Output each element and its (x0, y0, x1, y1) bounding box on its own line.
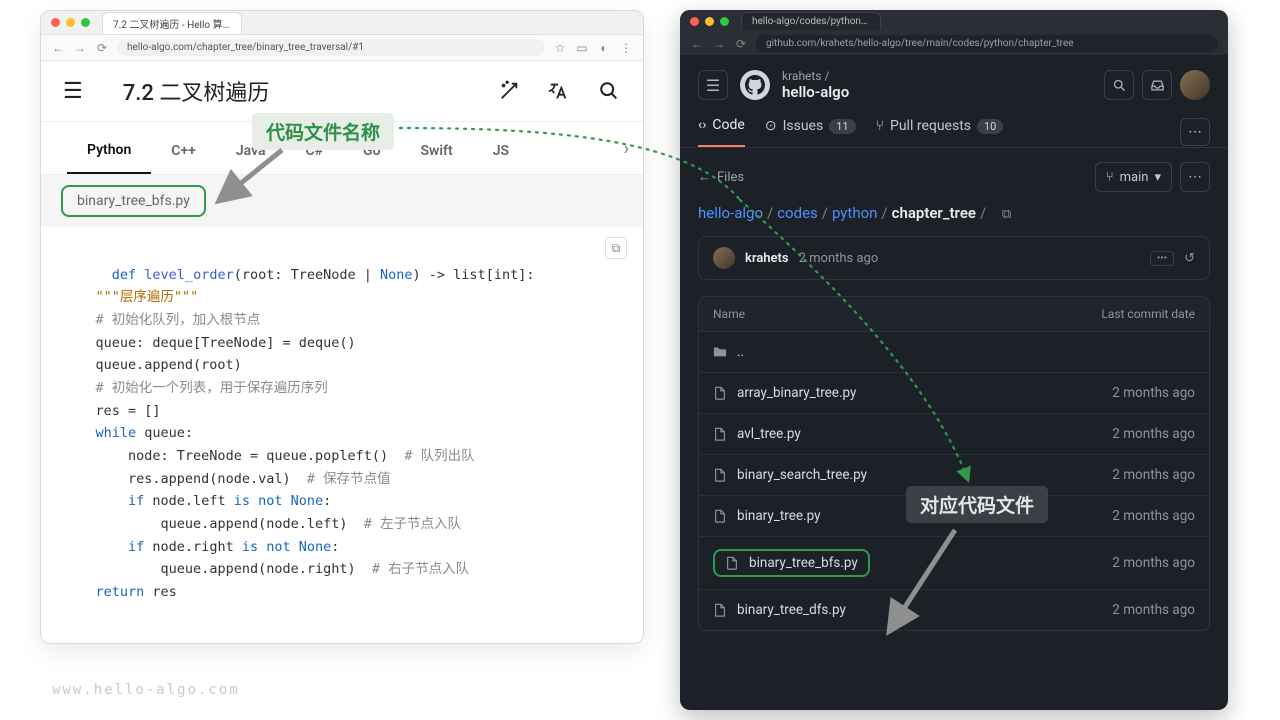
latest-commit-card[interactable]: krahets 2 months ago ••• ↺ (698, 236, 1210, 280)
breadcrumb-segment[interactable]: hello-algo (698, 204, 763, 222)
left-browser-window: 7.2 二叉树遍历 - Hello 算法 ← → ⟳ hello-algo.co… (40, 10, 644, 644)
maximize-icon[interactable] (81, 18, 90, 27)
avatar[interactable] (1180, 70, 1210, 100)
overflow-menu[interactable]: ⋯ (1180, 118, 1210, 146)
th-date: Last commit date (1101, 307, 1195, 321)
back-icon[interactable]: ← (51, 41, 65, 55)
nav-issues[interactable]: ⊙ Issues 11 (765, 118, 856, 146)
browser-tab[interactable]: hello-algo/codes/python/ch... (741, 12, 881, 30)
profile-icon[interactable]: ◐ (597, 41, 611, 55)
code-content: ⧉def level_order(root: TreeNode | None) … (41, 227, 643, 622)
extensions-icon[interactable]: ▭ (575, 41, 589, 55)
pull-request-icon: ⑂ (876, 118, 884, 134)
tab-strip: 7.2 二叉树遍历 - Hello 算法 (102, 12, 242, 34)
traffic-lights (690, 17, 729, 26)
table-row[interactable]: avl_tree.py2 months ago (699, 413, 1209, 454)
code-block: binary_tree_bfs.py ⧉def level_order(root… (41, 175, 643, 622)
table-row[interactable]: .. (699, 331, 1209, 372)
branch-selector[interactable]: ⑂ main ▾ (1095, 162, 1172, 192)
watermark: www.hello-algo.com (52, 682, 240, 698)
close-icon[interactable] (51, 18, 60, 27)
translate-icon[interactable] (547, 79, 571, 103)
breadcrumb-current: chapter_tree (892, 204, 976, 222)
page-title: 7.2 二叉树遍历 (123, 75, 497, 107)
repo-title-block: krahets / hello-algo (782, 69, 1092, 101)
breadcrumb-segment[interactable]: python (832, 204, 877, 222)
callout-corresponding-file: 对应代码文件 (906, 486, 1048, 523)
tab-js[interactable]: JS (473, 123, 529, 173)
table-header: Name Last commit date (699, 297, 1209, 331)
table-row[interactable]: binary_tree_bfs.py2 months ago (699, 536, 1209, 589)
wand-icon[interactable] (497, 79, 521, 103)
address-bar[interactable]: github.com/krahets/hello-algo/tree/main/… (756, 35, 1218, 52)
address-row: ← → ⟳ hello-algo.com/chapter_tree/binary… (41, 35, 643, 61)
sha-chip[interactable]: ••• (1150, 251, 1174, 266)
close-icon[interactable] (690, 17, 699, 26)
history-icon[interactable]: ↺ (1184, 251, 1195, 266)
copy-icon[interactable]: ⧉ (605, 237, 627, 259)
file-table: Name Last commit date ..array_binary_tre… (698, 296, 1210, 631)
chevron-right-icon[interactable]: › (624, 138, 629, 159)
nav-pull-requests[interactable]: ⑂ Pull requests 10 (876, 118, 1004, 146)
breadcrumb-segment[interactable]: codes (777, 204, 818, 222)
file-browser-subbar: ← Files ⑂ main ▾ ⋯ (680, 148, 1228, 200)
code-icon: ‹› (698, 117, 706, 133)
table-row[interactable]: array_binary_tree.py2 months ago (699, 372, 1209, 413)
code-filename: binary_tree_bfs.py (61, 185, 206, 217)
hamburger-icon[interactable]: ☰ (698, 70, 728, 100)
pr-count: 10 (977, 119, 1003, 134)
back-icon[interactable]: ← (690, 37, 704, 51)
commit-author: krahets (745, 251, 789, 266)
copy-path-icon[interactable]: ⧉ (1002, 207, 1011, 222)
search-icon[interactable] (597, 79, 621, 103)
star-icon[interactable]: ☆ (553, 41, 567, 55)
issues-count: 11 (829, 119, 855, 134)
menu-icon[interactable]: ⋮ (619, 41, 633, 55)
address-bar[interactable]: hello-algo.com/chapter_tree/binary_tree_… (117, 39, 545, 56)
avatar (713, 247, 735, 269)
breadcrumb: hello-algo/codes/python/chapter_tree/ ⧉ (680, 200, 1228, 236)
reload-icon[interactable]: ⟳ (95, 41, 109, 55)
browser-chrome: 7.2 二叉树遍历 - Hello 算法 (41, 11, 643, 35)
nav-code[interactable]: ‹› Code (698, 117, 745, 147)
reload-icon[interactable]: ⟳ (734, 37, 748, 51)
chevron-down-icon: ▾ (1154, 170, 1161, 185)
browser-tab[interactable]: 7.2 二叉树遍历 - Hello 算法 (102, 12, 242, 34)
callout-filename: 代码文件名称 (252, 113, 394, 150)
table-row[interactable]: binary_tree_dfs.py2 months ago (699, 589, 1209, 630)
search-icon[interactable] (1104, 70, 1134, 100)
tab-python[interactable]: Python (67, 122, 151, 174)
th-name: Name (713, 307, 745, 321)
tab-strip: hello-algo/codes/python/ch... (741, 12, 881, 30)
address-row: ← → ⟳ github.com/krahets/hello-algo/tree… (680, 32, 1228, 55)
traffic-lights (51, 18, 90, 27)
overflow-menu[interactable]: ⋯ (1180, 162, 1210, 192)
repo-owner[interactable]: krahets / (782, 69, 1092, 83)
tab-swift[interactable]: Swift (401, 123, 473, 173)
branch-icon: ⑂ (1106, 170, 1114, 185)
github-topbar: ☰ krahets / hello-algo (680, 55, 1228, 107)
tab-cpp[interactable]: C++ (151, 123, 216, 173)
commit-time: 2 months ago (799, 251, 879, 266)
files-link[interactable]: ← Files (698, 169, 744, 185)
minimize-icon[interactable] (705, 17, 714, 26)
repo-nav: ‹› Code ⊙ Issues 11 ⑂ Pull requests 10 ⋯ (680, 107, 1228, 148)
minimize-icon[interactable] (66, 18, 75, 27)
filename-bar: binary_tree_bfs.py (41, 175, 643, 227)
right-browser-window: hello-algo/codes/python/ch... ← → ⟳ gith… (680, 10, 1228, 710)
forward-icon[interactable]: → (712, 37, 726, 51)
github-logo-icon[interactable] (740, 70, 770, 100)
browser-chrome-dark: hello-algo/codes/python/ch... (680, 10, 1228, 32)
forward-icon[interactable]: → (73, 41, 87, 55)
inbox-icon[interactable] (1142, 70, 1172, 100)
hamburger-icon[interactable]: ☰ (63, 79, 83, 104)
repo-name[interactable]: hello-algo (782, 83, 1092, 101)
arrow-left-icon: ← (698, 169, 711, 185)
issues-icon: ⊙ (765, 118, 777, 134)
maximize-icon[interactable] (720, 17, 729, 26)
